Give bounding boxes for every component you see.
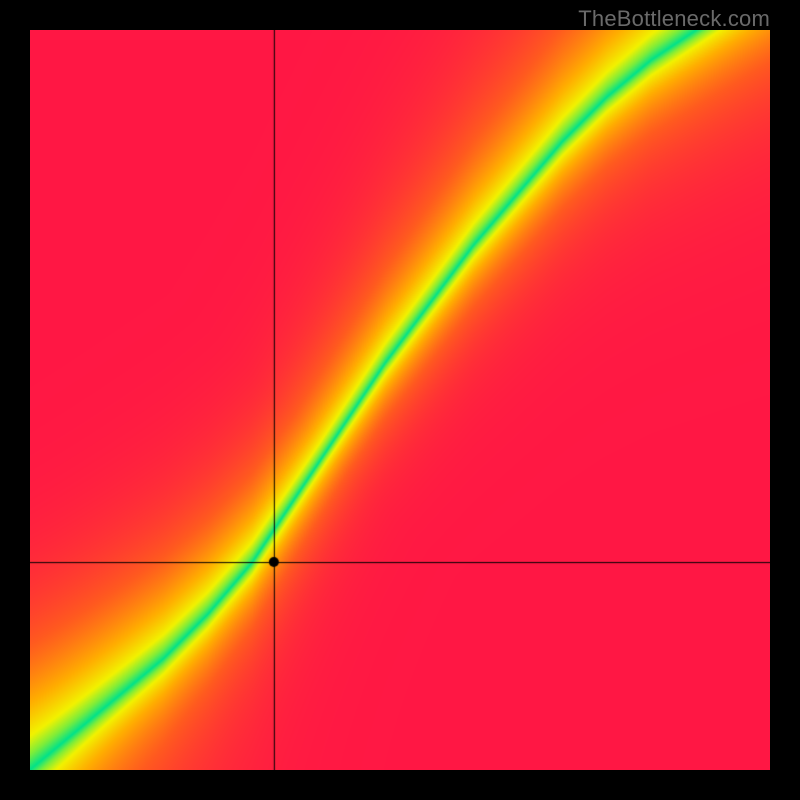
watermark-text: TheBottleneck.com: [578, 6, 770, 32]
heatmap-canvas: [30, 30, 770, 770]
heatmap-plot: [30, 30, 770, 770]
